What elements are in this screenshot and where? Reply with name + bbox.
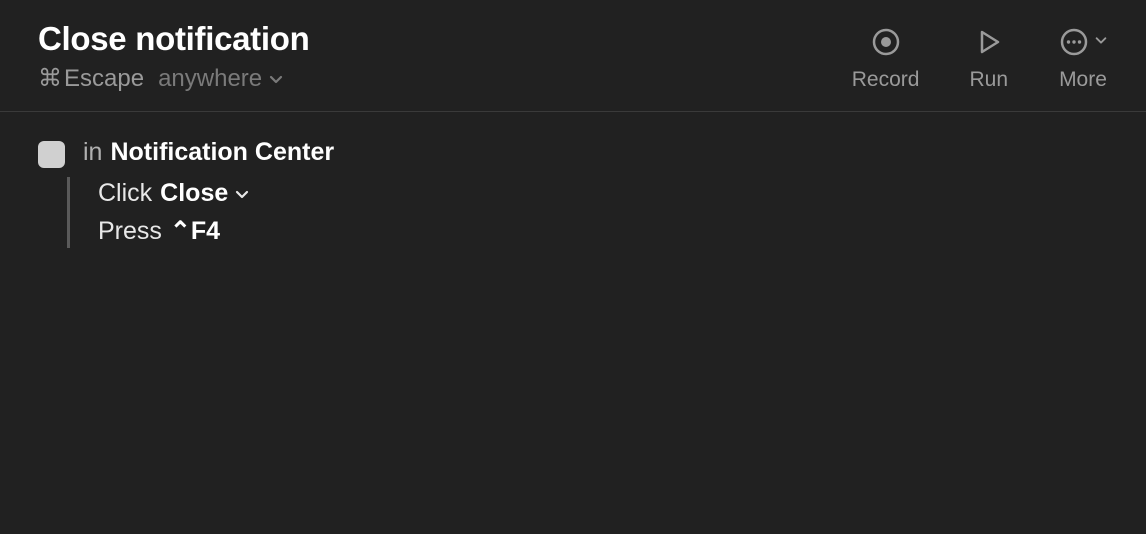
record-button[interactable]: Record: [852, 26, 920, 92]
step-press[interactable]: Press ⌃F4: [98, 216, 334, 246]
action-header[interactable]: in Notification Center: [83, 138, 334, 167]
block-checkbox[interactable]: [38, 141, 65, 168]
run-button[interactable]: Run: [969, 26, 1008, 92]
shortcut-trigger[interactable]: ⌘ Escape: [38, 64, 144, 93]
content-area: in Notification Center Click Close Press: [0, 112, 1146, 274]
action-content: in Notification Center Click Close Press: [83, 138, 334, 248]
in-label: in: [83, 138, 102, 167]
keypress-key: F4: [191, 217, 220, 245]
step-verb: Click: [98, 179, 152, 208]
header: Close notification ⌘ Escape anywhere: [0, 0, 1146, 112]
chevron-down-icon: [234, 186, 250, 202]
app-name: Notification Center: [110, 138, 334, 167]
more-icon-wrap: [1058, 26, 1108, 58]
steps: Click Close Press ⌃F4: [67, 177, 334, 248]
ellipsis-circle-icon: [1058, 26, 1090, 58]
command-icon: ⌘: [38, 64, 62, 93]
chevron-down-icon: [1094, 33, 1108, 52]
step-target: Close: [160, 179, 228, 208]
play-icon: [973, 26, 1005, 58]
chevron-down-icon: [268, 71, 284, 87]
scope-label: anywhere: [158, 65, 262, 93]
scope-dropdown[interactable]: anywhere: [158, 65, 284, 93]
toolbar: Record Run: [852, 20, 1108, 92]
more-label: More: [1059, 68, 1107, 92]
page-title: Close notification: [38, 20, 309, 58]
step-keycombo: ⌃F4: [170, 216, 220, 246]
step-verb: Press: [98, 217, 162, 246]
shortcut-key: Escape: [64, 65, 144, 93]
shortcut-row: ⌘ Escape anywhere: [38, 64, 309, 93]
control-icon: ⌃: [170, 217, 191, 245]
record-label: Record: [852, 68, 920, 92]
step-click[interactable]: Click Close: [98, 179, 334, 208]
action-block: in Notification Center Click Close Press: [38, 138, 1108, 248]
run-label: Run: [969, 68, 1008, 92]
more-button[interactable]: More: [1058, 26, 1108, 92]
record-icon: [870, 26, 902, 58]
header-left: Close notification ⌘ Escape anywhere: [38, 20, 309, 93]
